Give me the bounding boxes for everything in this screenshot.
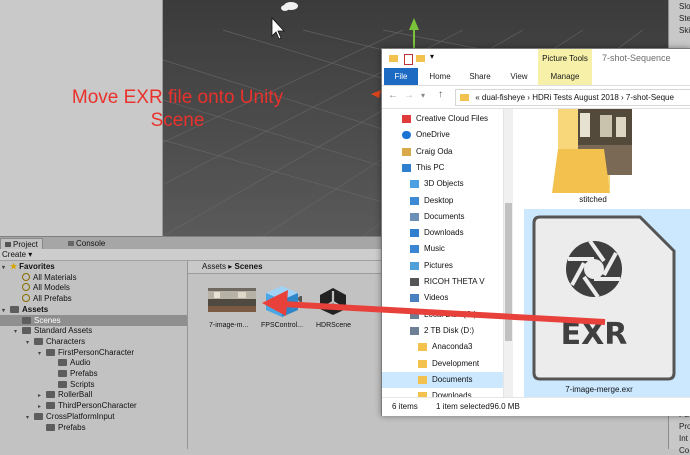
drag-arrow [262, 290, 606, 325]
